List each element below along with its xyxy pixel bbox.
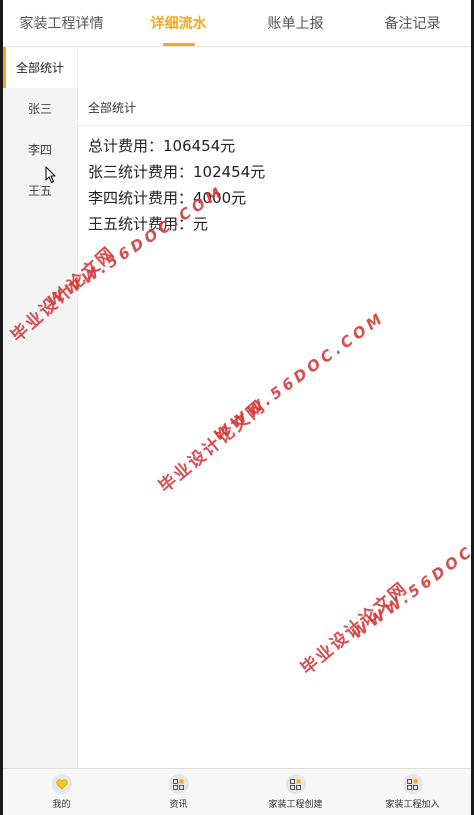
nav-label-project-create: 家装工程创建 — [268, 800, 323, 810]
section-title: 全部统计 — [78, 89, 471, 126]
sidebar: 全部统计 张三 李四 王五 — [3, 47, 78, 769]
stat-total: 总计费用：106454元 — [88, 137, 236, 155]
tab-bill-report[interactable]: 账单上报 — [237, 0, 354, 46]
nav-item-news[interactable]: 资讯 — [120, 769, 237, 815]
nav-label-news: 资讯 — [169, 800, 188, 810]
grid-icon — [285, 774, 306, 794]
stat-zhangsan: 张三统计费用：102454元 — [88, 163, 266, 181]
stat-wangwu: 王五统计费用：元 — [88, 215, 209, 233]
sidebar-item-zhangsan[interactable]: 张三 — [3, 88, 77, 129]
main-content: 全部统计 总计费用：106454元 张三统计费用：102454元 李四统计费用：… — [78, 47, 471, 769]
nav-item-mine[interactable]: 我的 — [3, 769, 120, 815]
sidebar-item-all-stats[interactable]: 全部统计 — [3, 47, 77, 88]
nav-label-mine: 我的 — [52, 800, 71, 810]
nav-label-project-join: 家装工程加入 — [385, 800, 440, 810]
sidebar-item-lisi[interactable]: 李四 — [3, 129, 77, 170]
bottom-nav: 我的 资讯 家装工程创建 家装工程加入 — [3, 768, 471, 815]
top-tab-bar: 家装工程详情 详细流水 账单上报 备注记录 — [3, 0, 471, 47]
tab-detailed-flow[interactable]: 详细流水 — [120, 0, 237, 46]
stats-list: 总计费用：106454元 张三统计费用：102454元 李四统计费用：4000元… — [88, 133, 265, 237]
sidebar-item-wangwu[interactable]: 王五 — [3, 170, 77, 211]
grid-icon — [168, 774, 189, 794]
tab-project-details[interactable]: 家装工程详情 — [3, 0, 120, 46]
stat-lisi: 李四统计费用：4000元 — [88, 189, 247, 207]
tab-notes[interactable]: 备注记录 — [354, 0, 471, 46]
heart-icon — [51, 774, 72, 794]
mouse-cursor-icon — [45, 166, 56, 184]
nav-item-project-create[interactable]: 家装工程创建 — [237, 769, 354, 815]
grid-icon — [402, 774, 423, 794]
nav-item-project-join[interactable]: 家装工程加入 — [354, 769, 471, 815]
